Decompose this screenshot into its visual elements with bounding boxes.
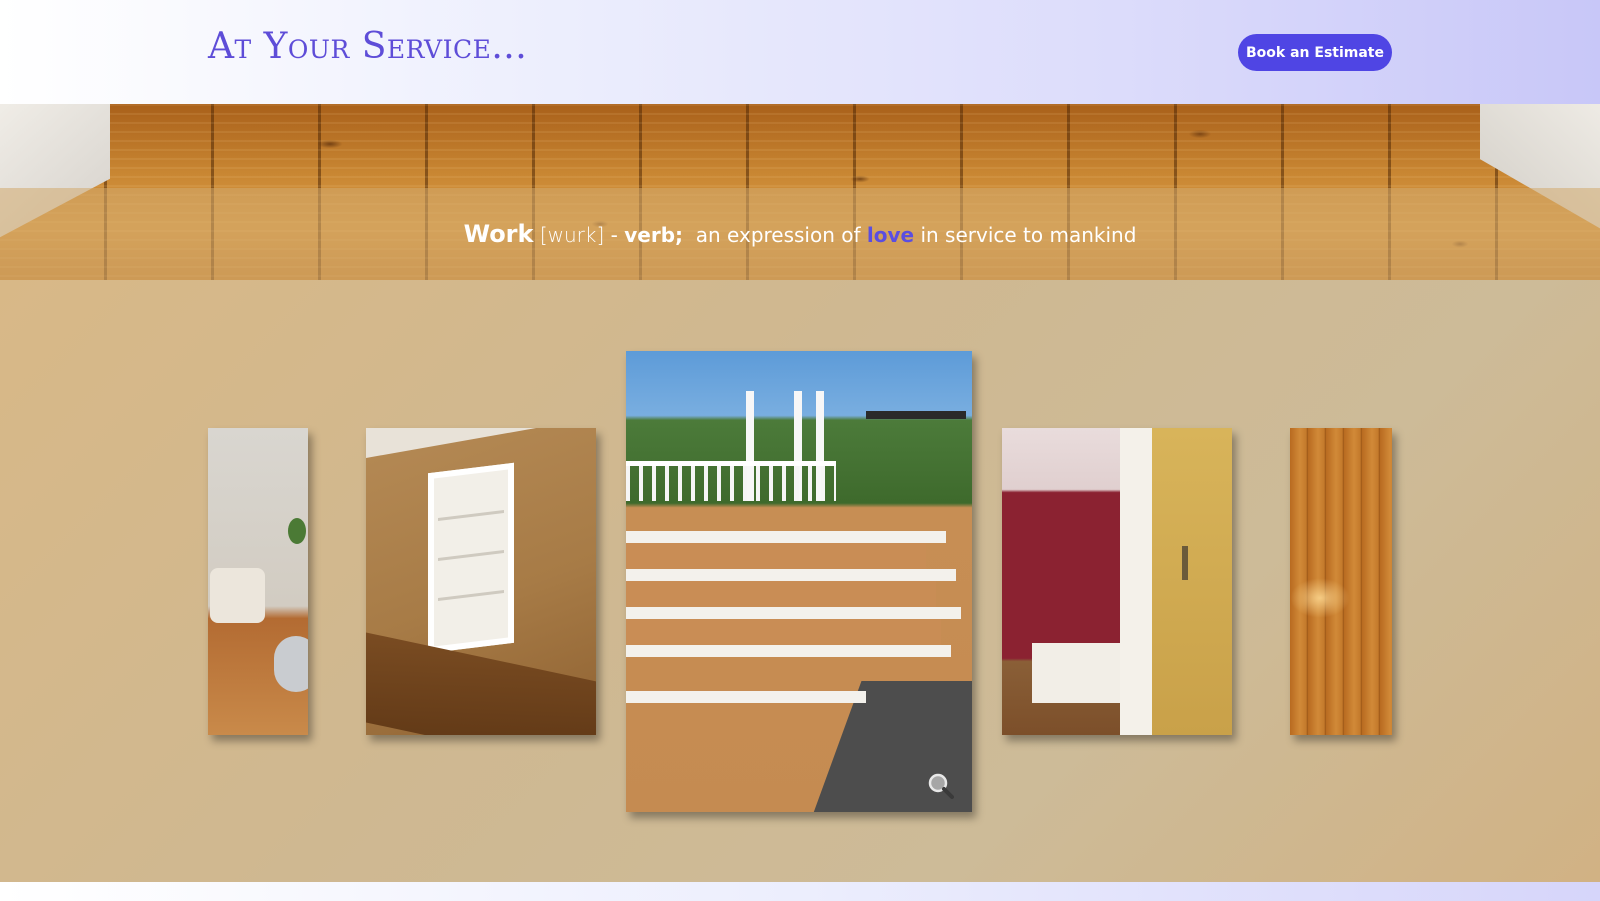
tagline-highlight: love — [866, 223, 915, 247]
stair-tread — [626, 543, 926, 569]
stair-tread — [626, 581, 936, 607]
stair-riser — [626, 645, 951, 657]
photo-detail-floor — [366, 632, 596, 735]
tagline: Work [wurk] - verb; an expression of lov… — [464, 220, 1137, 248]
book-estimate-button[interactable]: Book an Estimate — [1238, 34, 1392, 71]
photo-detail-ball-pit — [274, 636, 308, 692]
photo-detail-pergola — [866, 411, 966, 419]
stair-tread — [626, 619, 941, 645]
stair-riser — [626, 691, 866, 703]
stair-riser — [626, 607, 961, 619]
tagline-definition-end: in service to mankind — [920, 223, 1137, 247]
tagline-phonetic: [wurk] — [539, 223, 605, 247]
tagline-definition-start: an expression of — [695, 223, 861, 247]
photo-detail-chair — [210, 568, 265, 623]
photo-detail-railing — [626, 461, 836, 501]
photo-detail-wainscot — [1032, 643, 1120, 703]
gallery-photo-deck-stairs[interactable] — [626, 351, 972, 812]
photo-detail-yellow-wall — [1152, 428, 1232, 735]
project-gallery — [0, 280, 1600, 882]
photo-detail-plant — [288, 518, 306, 544]
tagline-dash: - — [604, 223, 625, 247]
photo-detail-light-glow — [1290, 578, 1350, 618]
tagline-word: Work — [463, 220, 534, 248]
tagline-strip: Work [wurk] - verb; an expression of lov… — [0, 188, 1600, 280]
gallery-photo-built-in-shelf[interactable] — [366, 428, 596, 735]
photo-detail-door-trim — [1120, 428, 1152, 735]
gallery-photo-nursery[interactable] — [208, 428, 308, 735]
stair-riser — [626, 569, 956, 581]
footer-strip — [0, 882, 1600, 901]
photo-detail-sconce — [1182, 546, 1188, 580]
gallery-photo-red-room[interactable] — [1002, 428, 1232, 735]
site-header: At Your Service... Book an Estimate — [0, 0, 1600, 104]
site-title[interactable]: At Your Service... — [208, 26, 527, 67]
hero-banner: Work [wurk] - verb; an expression of lov… — [0, 104, 1600, 280]
gallery-photo-pine-wall[interactable] — [1290, 428, 1392, 735]
photo-detail-shelf — [428, 462, 514, 654]
photo-detail-ceiling — [366, 428, 596, 458]
tagline-part-of-speech: verb; — [624, 223, 684, 247]
magnifier-icon[interactable] — [928, 773, 954, 799]
stair-riser — [626, 531, 946, 543]
